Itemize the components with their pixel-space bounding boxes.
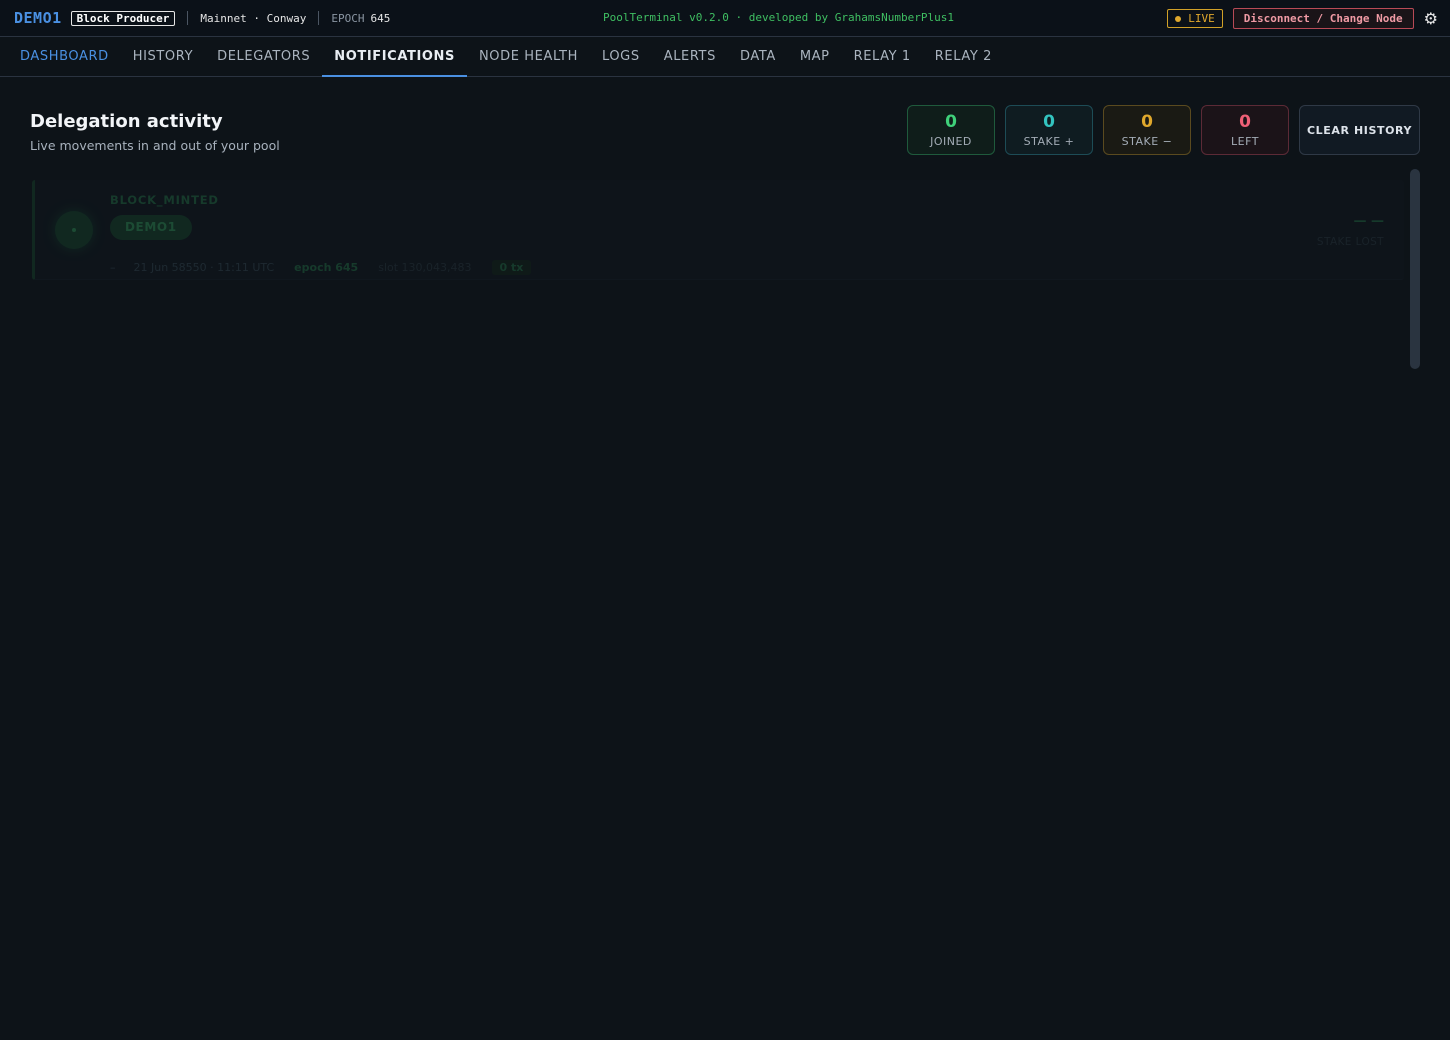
- epoch-value: 645: [370, 11, 391, 25]
- role-badge: Block Producer: [70, 10, 176, 26]
- stat-stake-plus-label: STAKE +: [1023, 135, 1075, 148]
- stat-stake-plus-value: 0: [1043, 112, 1055, 132]
- stat-left-value: 0: [1239, 112, 1251, 132]
- event-meta: – 21 Jun 58550 · 11:11 UTC epoch 645 slo…: [110, 260, 532, 275]
- disconnect-button[interactable]: Disconnect / Change Node: [1232, 8, 1414, 29]
- tab-relay-2[interactable]: RELAY 2: [923, 37, 1004, 76]
- feed-scrollbar[interactable]: [1410, 169, 1420, 369]
- clear-history-button[interactable]: CLEAR HISTORY: [1299, 105, 1420, 155]
- tab-node-health[interactable]: NODE HEALTH: [467, 37, 590, 76]
- event-card[interactable]: BLOCK_MINTED DEMO1 – 21 Jun 58550 · 11:1…: [32, 180, 1404, 280]
- tab-alerts[interactable]: ALERTS: [652, 37, 728, 76]
- tab-delegators[interactable]: DELEGATORS: [205, 37, 322, 76]
- tab-dashboard[interactable]: DASHBOARD: [8, 37, 121, 76]
- epoch-label: EPOCH: [331, 11, 365, 25]
- divider: [318, 11, 320, 25]
- tab-history[interactable]: HISTORY: [121, 37, 205, 76]
- live-badge: LIVE: [1167, 9, 1223, 28]
- tab-data[interactable]: DATA: [728, 37, 788, 76]
- stat-joined-value: 0: [945, 112, 957, 132]
- stat-left: 0 LEFT: [1201, 105, 1289, 155]
- event-tx-badge: 0 tx: [491, 260, 532, 275]
- event-feed: BLOCK_MINTED DEMO1 – 21 Jun 58550 · 11:1…: [30, 169, 1420, 369]
- event-date: 21 Jun 58550 · 11:11 UTC: [133, 261, 275, 274]
- live-label: LIVE: [1188, 12, 1215, 25]
- event-pool-badge: DEMO1: [110, 215, 192, 240]
- main-nav: DASHBOARD HISTORY DELEGATORS NOTIFICATIO…: [0, 37, 1450, 77]
- stat-left-label: LEFT: [1231, 135, 1259, 148]
- event-epoch: epoch 645: [294, 261, 359, 274]
- top-bar: DEMO1 Block Producer Mainnet · Conway EP…: [0, 0, 1450, 37]
- page-subtitle: Live movements in and out of your pool: [30, 138, 280, 153]
- event-amount: — —: [1353, 214, 1384, 229]
- gear-icon[interactable]: ⚙: [1424, 10, 1438, 27]
- event-amount-label: STAKE LOST: [1316, 236, 1384, 248]
- stat-stake-plus: 0 STAKE +: [1005, 105, 1093, 155]
- stat-joined: 0 JOINED: [907, 105, 995, 155]
- stat-joined-label: JOINED: [930, 135, 972, 148]
- event-slot: slot 130,043,483: [378, 261, 472, 274]
- network-label: Mainnet · Conway: [200, 11, 307, 25]
- event-dash: –: [110, 261, 116, 274]
- page-title: Delegation activity: [30, 111, 223, 132]
- tab-relay-1[interactable]: RELAY 1: [842, 37, 923, 76]
- divider: [187, 11, 189, 25]
- stat-stake-minus-value: 0: [1141, 112, 1153, 132]
- tab-logs[interactable]: LOGS: [590, 37, 652, 76]
- top-bar-actions: LIVE Disconnect / Change Node ⚙: [1167, 8, 1438, 29]
- block-icon: [55, 211, 93, 249]
- tab-map[interactable]: MAP: [788, 37, 842, 76]
- live-dot-icon: [1175, 15, 1182, 22]
- stat-stake-minus: 0 STAKE −: [1103, 105, 1191, 155]
- stat-stake-minus-label: STAKE −: [1121, 135, 1173, 148]
- pool-name: DEMO1: [14, 9, 62, 27]
- event-type: BLOCK_MINTED: [110, 193, 219, 207]
- stats-row: 0 JOINED 0 STAKE + 0 STAKE − 0 LEFT CLEA…: [907, 105, 1420, 155]
- tab-notifications[interactable]: NOTIFICATIONS: [322, 37, 467, 77]
